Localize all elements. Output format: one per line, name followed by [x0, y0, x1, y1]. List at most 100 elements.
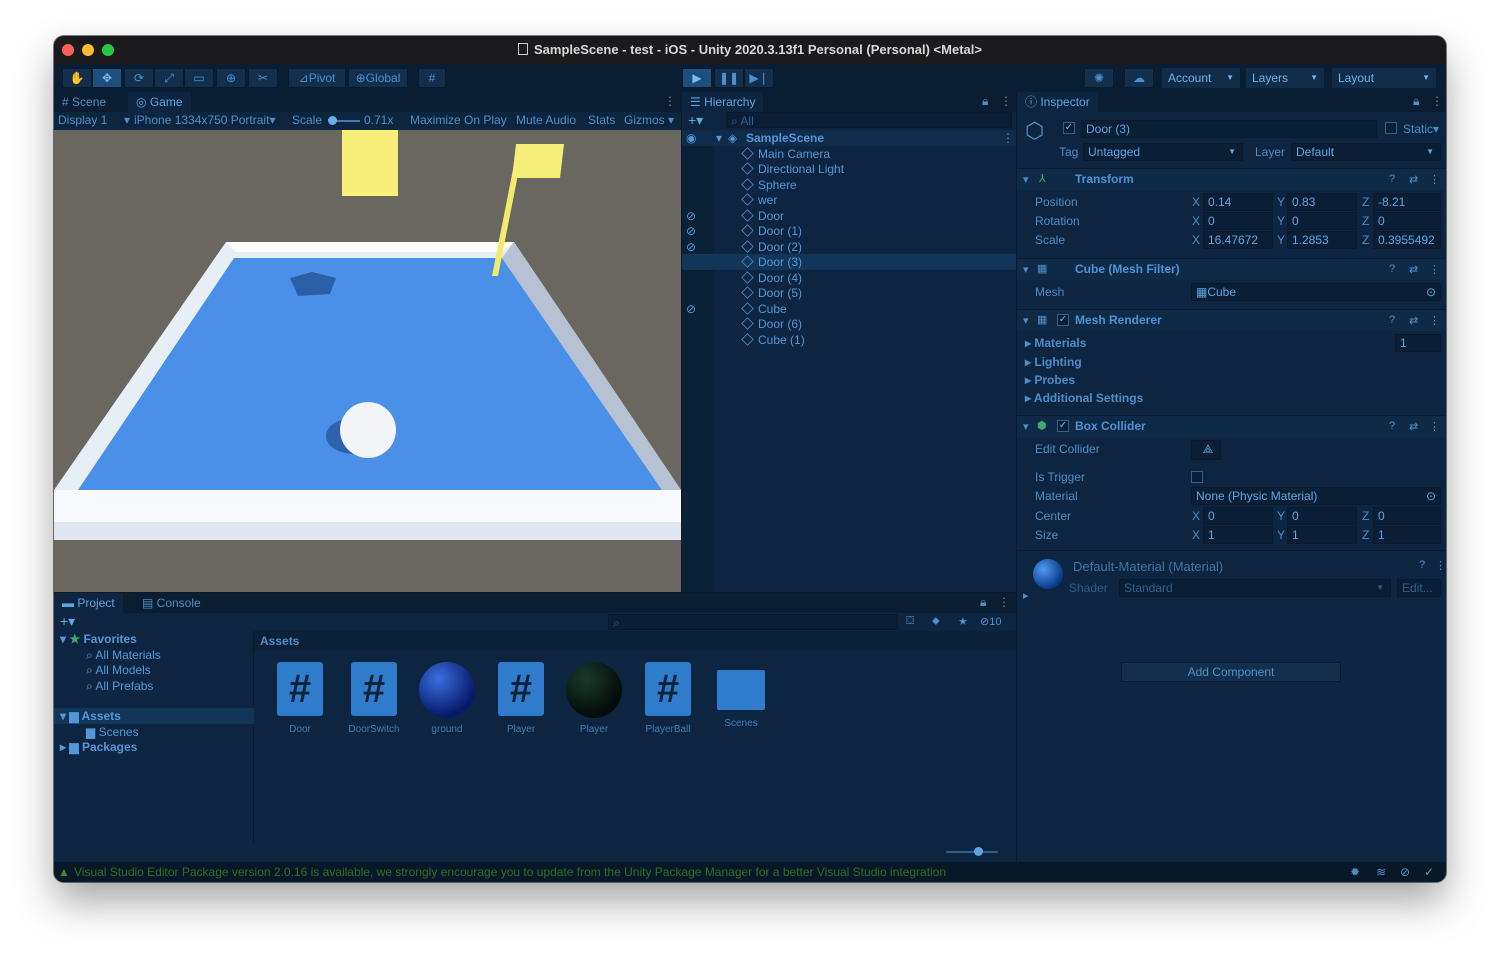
step-button[interactable]: ▶❘	[744, 68, 774, 88]
preset-icon[interactable]: ⇄	[1409, 314, 1418, 327]
lighting-foldout[interactable]: ▸ Lighting	[1025, 355, 1082, 369]
favorites-all-materials[interactable]: ⌕ All Materials	[86, 647, 161, 663]
shader-dropdown[interactable]: Standard ▼	[1119, 579, 1391, 597]
edit-collider-button[interactable]: ⟁	[1191, 440, 1221, 460]
preset-icon[interactable]: ⇄	[1409, 420, 1418, 433]
shader-edit-button[interactable]: Edit...	[1397, 579, 1441, 597]
lock-icon[interactable]: 🔒︎	[982, 94, 988, 109]
is-trigger-checkbox[interactable]	[1191, 471, 1203, 483]
hierarchy-item[interactable]: Door (5)	[741, 285, 802, 301]
fold-arrow-icon[interactable]: ▾	[1023, 173, 1029, 186]
hierarchy-search-input[interactable]: ⌕ All	[726, 112, 1012, 128]
bug-icon[interactable]: ✹	[1350, 862, 1360, 882]
help-icon[interactable]: ?	[1389, 420, 1395, 432]
mute-audio-toggle[interactable]: Mute Audio	[516, 113, 576, 127]
more-icon[interactable]: ⋮	[1435, 559, 1446, 572]
center-z-field[interactable]: 0	[1373, 507, 1441, 525]
help-icon[interactable]: ?	[1389, 263, 1395, 275]
size-z-field[interactable]: 1	[1373, 526, 1441, 544]
hierarchy-item[interactable]: ⊘ Door (1)	[682, 223, 1017, 239]
more-icon[interactable]: ⋮	[1429, 420, 1440, 433]
fold-arrow-icon[interactable]: ▾	[1023, 314, 1029, 327]
scale-slider-handle[interactable]	[328, 116, 337, 125]
mesh-renderer-header[interactable]: ▾ ▦ ✓ Mesh Renderer ? ⇄ ⋮	[1017, 309, 1446, 331]
asset-item[interactable]: # Player	[486, 662, 556, 735]
layers-dropdown[interactable]: Layers ▼	[1246, 68, 1324, 88]
zoom-slider-handle[interactable]	[974, 847, 983, 856]
help-icon[interactable]: ?	[1389, 173, 1395, 185]
grid-snap-button[interactable]: #	[418, 68, 446, 88]
search-by-label-icon[interactable]: ⬥	[932, 615, 940, 628]
cache-icon[interactable]: ⊘	[1400, 862, 1410, 882]
more-icon[interactable]: ⋮	[998, 595, 1010, 609]
materials-count-field[interactable]: 1	[1395, 334, 1441, 352]
more-icon[interactable]: ⋮	[1429, 263, 1440, 276]
maximize-on-play-toggle[interactable]: Maximize On Play	[410, 113, 507, 127]
pivot-toggle[interactable]: ⊿Pivot	[288, 68, 346, 88]
more-icon[interactable]: ⋮	[1000, 94, 1012, 108]
favorites-item[interactable]: ▾ ★ Favorites	[60, 631, 137, 647]
hidden-eye-icon[interactable]: ⊘	[686, 301, 696, 317]
eye-icon[interactable]: ◉	[686, 130, 696, 146]
stack-icon[interactable]: ≋	[1376, 862, 1386, 882]
active-checkbox[interactable]: ✓	[1063, 122, 1075, 134]
size-y-field[interactable]: 1	[1287, 526, 1357, 544]
check-circle-icon[interactable]: ✓	[1424, 862, 1434, 882]
zoom-slider[interactable]	[946, 847, 998, 856]
asset-item[interactable]: Player	[559, 662, 629, 735]
mesh-renderer-enabled-checkbox[interactable]: ✓	[1057, 314, 1069, 326]
rotation-x-field[interactable]: 0	[1203, 212, 1273, 230]
hierarchy-item[interactable]: Cube (1)	[741, 332, 805, 348]
mesh-field[interactable]: ▦Cube ⊙	[1191, 283, 1441, 301]
close-window-button[interactable]	[62, 44, 74, 56]
game-viewport[interactable]	[54, 130, 681, 592]
scale-tool-button[interactable]: ⤢	[154, 68, 184, 88]
object-name-field[interactable]: Door (3)	[1081, 120, 1377, 138]
assets-folder-item[interactable]: ▾ ▆ Assets	[54, 708, 254, 724]
hierarchy-item[interactable]: wer	[741, 192, 777, 208]
box-collider-enabled-checkbox[interactable]: ✓	[1057, 420, 1069, 432]
position-y-field[interactable]: 0.83	[1287, 193, 1357, 211]
help-icon[interactable]: ?	[1419, 559, 1425, 571]
create-button[interactable]: +▾	[60, 613, 75, 630]
additional-settings-foldout[interactable]: ▸ Additional Settings	[1025, 391, 1143, 405]
cloud-icon[interactable]: ☁	[1124, 68, 1154, 88]
tab-scene[interactable]: # Scene	[54, 92, 114, 112]
position-x-field[interactable]: 0.14	[1203, 193, 1273, 211]
fold-arrow-icon[interactable]: ▸	[1023, 589, 1029, 602]
hierarchy-item[interactable]: Directional Light	[741, 161, 844, 177]
object-picker-icon[interactable]: ⊙	[1426, 488, 1436, 504]
tab-game[interactable]: ◎ Game	[128, 92, 191, 112]
static-checkbox[interactable]	[1385, 122, 1397, 134]
fold-arrow-icon[interactable]: ▾	[1023, 420, 1029, 433]
asset-item[interactable]: # DoorSwitch	[339, 662, 409, 735]
more-icon[interactable]: ⋮	[1431, 94, 1443, 108]
hierarchy-item[interactable]: Door (6)	[741, 316, 802, 332]
lock-icon[interactable]: 🔒︎	[1413, 94, 1419, 109]
favorites-all-prefabs[interactable]: ⌕ All Prefabs	[86, 678, 153, 694]
hierarchy-item[interactable]: Door (4)	[741, 270, 802, 286]
pause-button[interactable]: ❚❚	[714, 68, 744, 88]
favorites-icon[interactable]: ★	[958, 615, 968, 628]
custom-tool-button[interactable]: ✂	[248, 68, 278, 88]
hidden-packages-icon[interactable]: ⊘10	[980, 615, 1001, 628]
favorites-all-models[interactable]: ⌕ All Models	[86, 662, 151, 678]
expand-arrow-icon[interactable]: ▾	[716, 130, 722, 146]
scene-row[interactable]: ◉ ▾ ◈ SampleScene ⋮	[682, 130, 1017, 146]
center-y-field[interactable]: 0	[1287, 507, 1357, 525]
account-dropdown[interactable]: Account ▼	[1162, 68, 1240, 88]
rect-tool-button[interactable]: ▭	[184, 68, 214, 88]
play-button[interactable]: ▶	[682, 68, 712, 88]
object-picker-icon[interactable]: ⊙	[1426, 284, 1436, 300]
tab-inspector[interactable]: ⓘ Inspector	[1017, 92, 1098, 112]
zoom-window-button[interactable]	[102, 44, 114, 56]
assets-breadcrumb-label[interactable]: Assets	[260, 634, 299, 648]
lock-icon[interactable]: 🔒︎	[980, 595, 986, 610]
hidden-eye-icon[interactable]: ⊘	[686, 223, 696, 239]
move-tool-button[interactable]: ✥	[92, 68, 122, 88]
project-search-input[interactable]: ⌕	[608, 614, 898, 630]
rotation-y-field[interactable]: 0	[1287, 212, 1357, 230]
create-button[interactable]: +▾	[688, 112, 703, 129]
hierarchy-item[interactable]: ⊘ Cube	[682, 301, 1017, 317]
hidden-eye-icon[interactable]: ⊘	[686, 208, 696, 224]
